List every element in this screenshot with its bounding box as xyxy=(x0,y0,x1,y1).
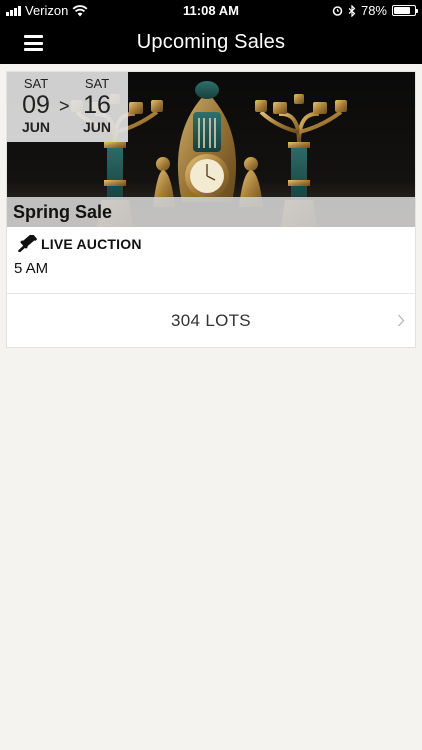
status-bar: Verizon 11:08 AM 78% xyxy=(0,0,422,22)
page-title: Upcoming Sales xyxy=(136,31,286,53)
alarm-icon xyxy=(332,6,343,16)
end-day: 16 xyxy=(83,91,111,119)
sale-hero-image: SAT 09 JUN > SAT 16 JUN Spring Sale xyxy=(7,72,415,227)
sale-date-range: SAT 09 JUN > SAT 16 JUN xyxy=(7,72,128,142)
start-dow: SAT xyxy=(23,76,49,91)
start-date: SAT 09 JUN xyxy=(11,76,61,135)
start-day: 09 xyxy=(22,91,50,119)
sale-time: 5 AM xyxy=(14,260,49,277)
chevron-right-icon xyxy=(398,314,405,327)
gavel-icon xyxy=(18,235,37,252)
bluetooth-icon xyxy=(348,4,356,17)
battery-fill xyxy=(394,7,410,14)
sale-type: LIVE AUCTION xyxy=(18,235,142,252)
date-separator: > xyxy=(59,96,70,116)
end-date: SAT 16 JUN xyxy=(72,76,122,135)
sale-name[interactable]: Spring Sale xyxy=(13,202,112,223)
start-month: JUN xyxy=(21,119,50,135)
sale-type-label: LIVE AUCTION xyxy=(41,235,142,252)
status-right-group: 78% xyxy=(332,3,418,18)
end-dow: SAT xyxy=(84,76,110,91)
end-month: JUN xyxy=(82,119,111,135)
battery-percent: 78% xyxy=(360,3,387,18)
battery-icon xyxy=(392,5,418,16)
sale-title-band: Spring Sale xyxy=(7,197,415,227)
view-lots-button[interactable]: 304 LOTS xyxy=(7,294,415,348)
lots-count: 304 LOTS xyxy=(171,311,251,330)
sale-card[interactable]: SAT 09 JUN > SAT 16 JUN Spring Sale LIVE… xyxy=(6,71,416,348)
nav-bar: Upcoming Sales xyxy=(0,22,422,64)
